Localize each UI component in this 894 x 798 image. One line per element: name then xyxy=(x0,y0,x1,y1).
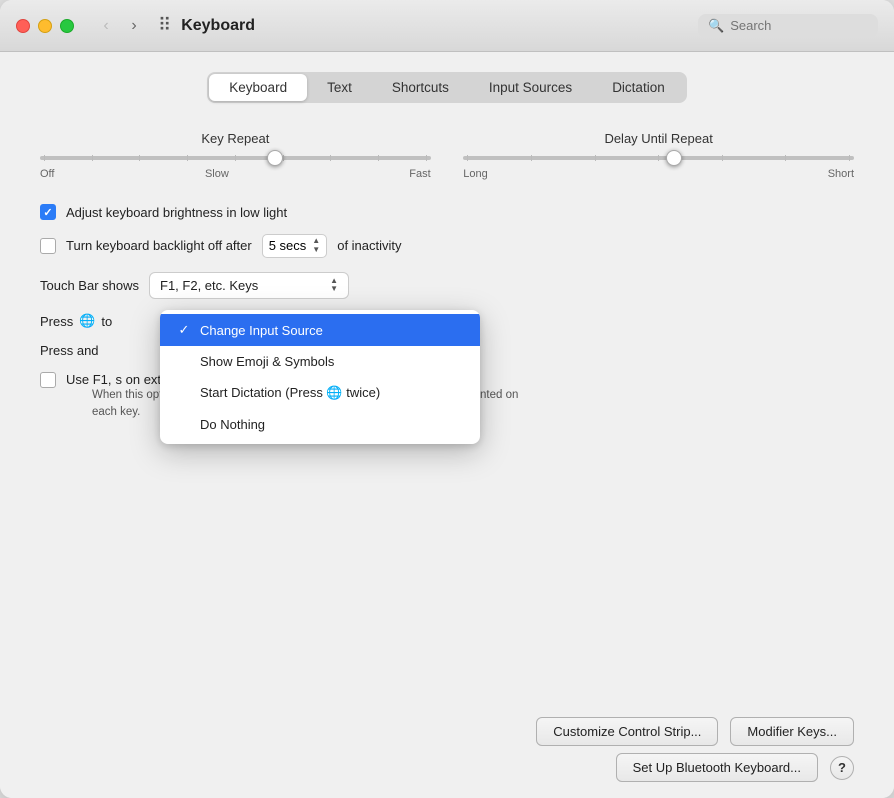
key-repeat-off: Off xyxy=(40,168,54,180)
backlight-duration-select[interactable]: 5 secs ▲ ▼ xyxy=(262,234,328,258)
delay-repeat-track[interactable] xyxy=(463,156,854,160)
back-arrow[interactable]: ‹ xyxy=(94,14,118,38)
delay-repeat-long: Long xyxy=(463,168,487,180)
tab-group: Keyboard Text Shortcuts Input Sources Di… xyxy=(207,72,686,103)
dropdown-item-show-emoji[interactable]: Show Emoji & Symbols xyxy=(160,346,480,377)
search-icon: 🔍 xyxy=(708,18,724,34)
key-repeat-track[interactable]: . xyxy=(40,156,431,160)
dropdown-item-do-nothing[interactable]: Do Nothing xyxy=(160,409,480,440)
touch-bar-label: Touch Bar shows xyxy=(40,278,139,293)
bottom-buttons-row1: Customize Control Strip... Modifier Keys… xyxy=(536,717,854,746)
brightness-label: Adjust keyboard brightness in low light xyxy=(66,205,287,220)
maximize-button[interactable] xyxy=(60,19,74,33)
touch-bar-arrows: ▲ ▼ xyxy=(330,277,338,295)
key-repeat-label: Key Repeat xyxy=(201,131,269,146)
traffic-lights xyxy=(16,19,74,33)
backlight-row: Turn keyboard backlight off after 5 secs… xyxy=(40,234,854,258)
touch-bar-down: ▼ xyxy=(330,285,338,294)
delay-repeat-thumb[interactable] xyxy=(666,150,682,166)
bottom-buttons-row2: Set Up Bluetooth Keyboard... ? xyxy=(616,753,854,782)
nav-arrows: ‹ › xyxy=(94,14,146,38)
press-globe-suffix: to xyxy=(101,314,112,329)
delay-repeat-label: Delay Until Repeat xyxy=(604,131,712,146)
press-globe-prefix: Press xyxy=(40,314,73,329)
brightness-row: Adjust keyboard brightness in low light xyxy=(40,204,854,220)
fn-desc-line3: each key. xyxy=(92,406,140,418)
key-repeat-fast: Fast xyxy=(409,168,430,180)
dropdown-label-show-emoji: Show Emoji & Symbols xyxy=(200,354,464,369)
touch-bar-value: F1, F2, etc. Keys xyxy=(160,278,324,293)
forward-arrow[interactable]: › xyxy=(122,14,146,38)
tab-bar: Keyboard Text Shortcuts Input Sources Di… xyxy=(40,72,854,103)
stepper-down[interactable]: ▼ xyxy=(312,246,320,255)
delay-repeat-short: Short xyxy=(828,168,854,180)
minimize-button[interactable] xyxy=(38,19,52,33)
tab-shortcuts[interactable]: Shortcuts xyxy=(372,74,469,101)
brightness-checkbox[interactable] xyxy=(40,204,56,220)
key-repeat-slow: Slow xyxy=(205,168,229,180)
globe-icon: 🌐 xyxy=(79,313,95,329)
tab-input-sources[interactable]: Input Sources xyxy=(469,74,592,101)
dropdown-item-change-input[interactable]: ✓ Change Input Source xyxy=(160,314,480,346)
dropdown-item-start-dictation[interactable]: Start Dictation (Press 🌐 twice) xyxy=(160,377,480,409)
press-and-label: Press and xyxy=(40,343,99,358)
window-title: Keyboard xyxy=(181,17,255,35)
dropdown-label-change-input: Change Input Source xyxy=(200,323,464,338)
modifier-button[interactable]: Modifier Keys... xyxy=(730,717,854,746)
titlebar: ‹ › ⠿ Keyboard 🔍 xyxy=(0,0,894,52)
backlight-stepper[interactable]: ▲ ▼ xyxy=(312,237,320,255)
tab-keyboard[interactable]: Keyboard xyxy=(209,74,307,101)
content-area: Keyboard Text Shortcuts Input Sources Di… xyxy=(0,52,894,798)
grid-icon[interactable]: ⠿ xyxy=(158,15,171,36)
tab-text[interactable]: Text xyxy=(307,74,372,101)
key-repeat-group: Key Repeat . xyxy=(40,131,431,180)
search-input[interactable] xyxy=(730,18,870,33)
close-button[interactable] xyxy=(16,19,30,33)
fn-keys-label: Use F1, xyxy=(66,372,112,387)
touch-bar-select[interactable]: F1, F2, etc. Keys ▲ ▼ xyxy=(149,272,349,300)
touch-bar-row: Touch Bar shows F1, F2, etc. Keys ▲ ▼ xyxy=(40,272,854,300)
check-mark-change-input: ✓ xyxy=(176,322,192,338)
delay-repeat-group: Delay Until Repeat Long Short xyxy=(463,131,854,180)
dropdown-label-start-dictation: Start Dictation (Press 🌐 twice) xyxy=(200,385,464,401)
tab-dictation[interactable]: Dictation xyxy=(592,74,685,101)
dropdown-label-do-nothing: Do Nothing xyxy=(200,417,464,432)
fn-keys-checkbox[interactable] xyxy=(40,372,56,388)
bluetooth-button[interactable]: Set Up Bluetooth Keyboard... xyxy=(616,753,818,782)
delay-repeat-labels: Long Short xyxy=(463,168,854,180)
backlight-label: Turn keyboard backlight off after xyxy=(66,238,252,253)
help-button[interactable]: ? xyxy=(830,756,854,780)
backlight-duration-value: 5 secs xyxy=(269,238,307,253)
sliders-row: Key Repeat . xyxy=(40,131,854,180)
dropdown-menu: ✓ Change Input Source Show Emoji & Symbo… xyxy=(160,310,480,444)
key-repeat-thumb[interactable] xyxy=(267,150,283,166)
inactivity-label: of inactivity xyxy=(337,238,401,253)
key-repeat-labels: Off Slow Fast xyxy=(40,168,431,180)
customize-button[interactable]: Customize Control Strip... xyxy=(536,717,718,746)
backlight-checkbox[interactable] xyxy=(40,238,56,254)
search-box[interactable]: 🔍 xyxy=(698,14,878,38)
